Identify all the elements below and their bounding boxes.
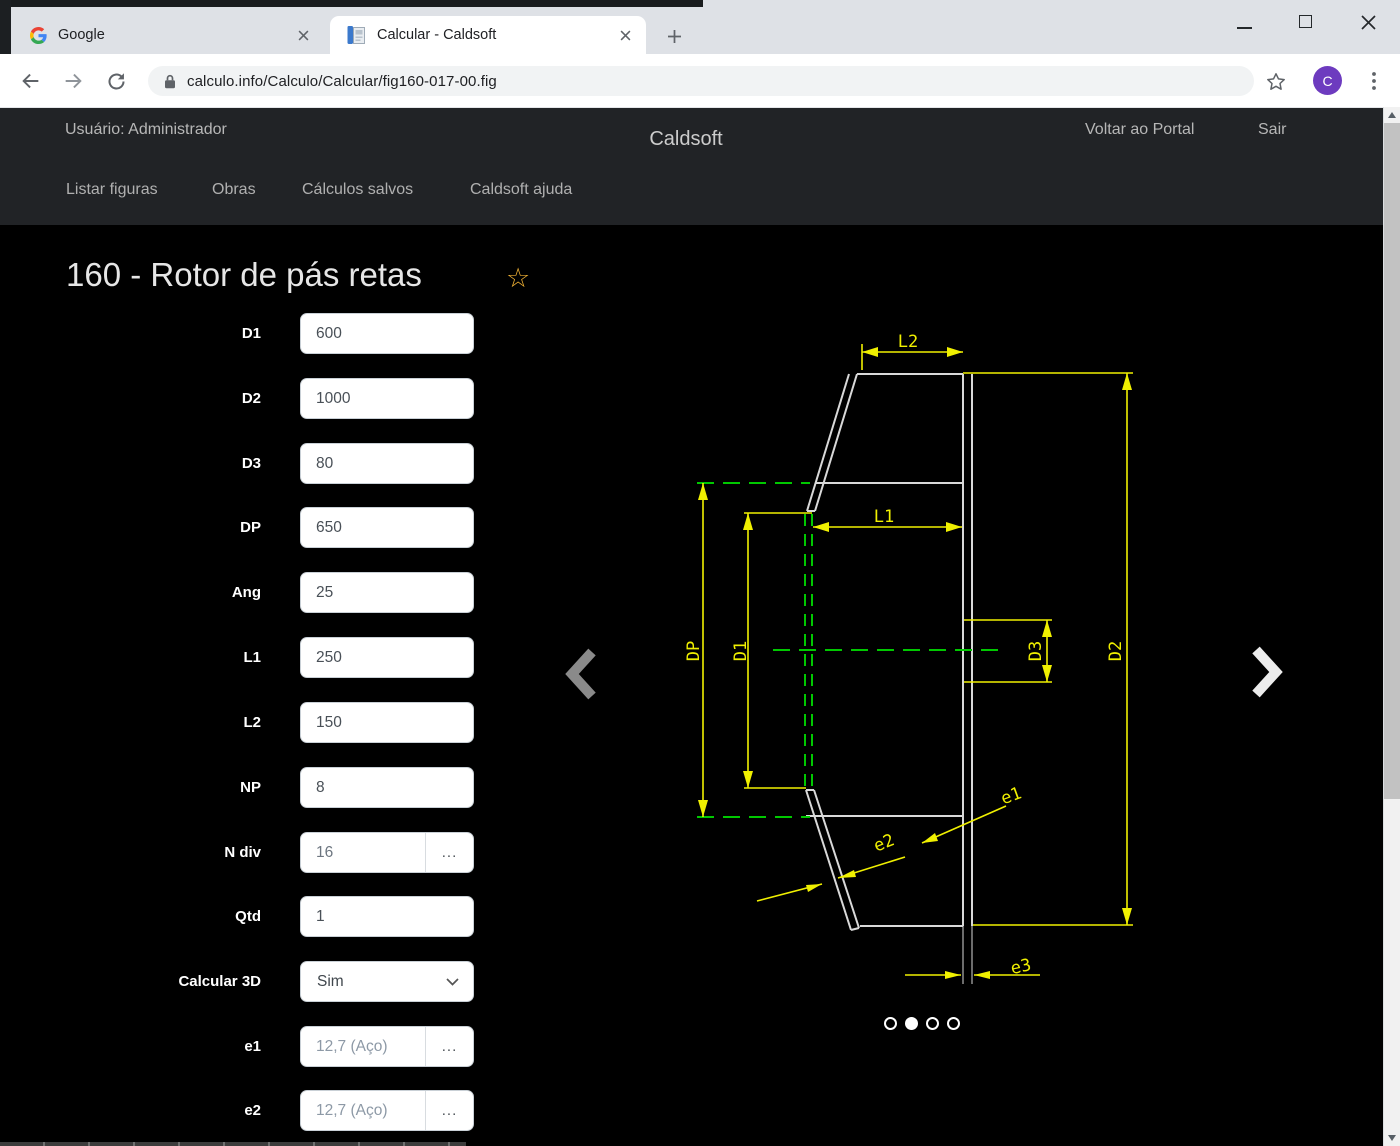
field-label-ang: Ang: [0, 572, 261, 613]
scroll-up-arrow-icon[interactable]: [1388, 112, 1396, 118]
dim-label-e3: e3: [1009, 955, 1033, 979]
carousel-prev-button[interactable]: [558, 642, 606, 706]
profile-avatar[interactable]: C: [1313, 66, 1342, 95]
dim-label-dp: DP: [684, 641, 704, 661]
l2-input[interactable]: [300, 702, 474, 743]
e1-input-group: ...: [300, 1026, 474, 1067]
caldsoft-favicon-icon: [346, 25, 366, 45]
field-label-l2: L2: [0, 702, 261, 743]
scrollbar-thumb[interactable]: [1384, 123, 1400, 799]
dim-label-d3: D3: [1026, 641, 1046, 661]
close-window-button[interactable]: [1360, 14, 1377, 31]
scroll-down-arrow-icon[interactable]: [1388, 1135, 1396, 1141]
d1-input[interactable]: [300, 313, 474, 354]
bookmark-star-icon[interactable]: [1264, 70, 1288, 94]
dim-label-e1: e1: [998, 783, 1024, 809]
nav-listar-figuras[interactable]: Listar figuras: [66, 181, 158, 199]
tab-caldsoft[interactable]: Calcular - Caldsoft: [330, 16, 646, 54]
carousel-next-button[interactable]: [1242, 640, 1290, 704]
field-label-np: NP: [0, 767, 261, 808]
url-text[interactable]: calculo.info/Calculo/Calcular/fig160-017…: [187, 73, 497, 90]
favorite-star-icon[interactable]: ☆: [506, 263, 530, 294]
nav-calculos-salvos[interactable]: Cálculos salvos: [302, 181, 413, 199]
dim-label-l1: L1: [874, 507, 894, 527]
tab-strip: Google Calcular - Caldsoft: [0, 0, 1400, 54]
portal-link[interactable]: Voltar ao Portal: [1085, 121, 1194, 139]
e2-input[interactable]: [301, 1091, 426, 1130]
field-label-e1: e1: [0, 1026, 261, 1067]
next-section-edge: [0, 1142, 466, 1146]
url-bar[interactable]: calculo.info/Calculo/Calcular/fig160-017…: [148, 66, 1254, 96]
nav-obras[interactable]: Obras: [212, 181, 256, 199]
ndiv-input[interactable]: [301, 833, 426, 872]
carousel-dot-active[interactable]: [905, 1017, 918, 1030]
carousel-dot[interactable]: [947, 1017, 960, 1030]
brand-title: Caldsoft: [649, 128, 722, 151]
e2-input-group: ...: [300, 1090, 474, 1131]
carousel-dot[interactable]: [884, 1017, 897, 1030]
dim-label-l2: L2: [898, 332, 918, 352]
e2-more-button[interactable]: ...: [426, 1091, 473, 1130]
e1-input[interactable]: [301, 1027, 426, 1066]
field-label-l1: L1: [0, 637, 261, 678]
figure-title: 160 - Rotor de pás retas: [66, 256, 422, 294]
lock-icon[interactable]: [164, 74, 176, 89]
ndiv-more-button[interactable]: ...: [426, 833, 473, 872]
reload-button[interactable]: [104, 69, 128, 93]
menu-dots-icon[interactable]: [1362, 69, 1386, 93]
logged-user-label: Usuário: Administrador: [65, 121, 227, 139]
l1-input[interactable]: [300, 637, 474, 678]
ndiv-input-group: ...: [300, 832, 474, 873]
field-label-e2: e2: [0, 1090, 261, 1131]
close-tab-icon[interactable]: [616, 26, 634, 44]
carousel-dot[interactable]: [926, 1017, 939, 1030]
new-tab-button[interactable]: [660, 22, 688, 50]
page-content: Usuário: Administrador Caldsoft Voltar a…: [0, 108, 1383, 1146]
ang-input[interactable]: [300, 572, 474, 613]
d3-input[interactable]: [300, 443, 474, 484]
field-label-d2: D2: [0, 378, 261, 419]
np-input[interactable]: [300, 767, 474, 808]
back-button[interactable]: [19, 69, 43, 93]
window-edge-left: [0, 0, 11, 54]
logout-link[interactable]: Sair: [1258, 121, 1286, 139]
chevron-down-icon: [446, 978, 459, 986]
figure-diagram: L2 L1 DP D1 D3 D2 e1 e2 e3: [680, 330, 1150, 1000]
field-label-calcular3d: Calcular 3D: [0, 961, 261, 1002]
tab-title: Calcular - Caldsoft: [377, 27, 608, 43]
maximize-button[interactable]: [1299, 15, 1312, 28]
field-label-qtd: Qtd: [0, 896, 261, 937]
dim-label-d2: D2: [1106, 641, 1126, 661]
minimize-button[interactable]: [1237, 27, 1252, 29]
dp-input[interactable]: [300, 507, 474, 548]
dim-label-d1: D1: [731, 641, 751, 661]
field-label-d1: D1: [0, 313, 261, 354]
browser-toolbar: calculo.info/Calculo/Calcular/fig160-017…: [0, 54, 1400, 108]
e1-more-button[interactable]: ...: [426, 1027, 473, 1066]
google-favicon-icon: [30, 27, 47, 44]
window-edge: [0, 0, 703, 7]
d2-input[interactable]: [300, 378, 474, 419]
forward-button[interactable]: [61, 69, 85, 93]
close-tab-icon[interactable]: [294, 26, 312, 44]
select-value: Sim: [317, 973, 344, 991]
field-label-dp: DP: [0, 507, 261, 548]
dim-label-e2: e2: [871, 830, 897, 856]
tab-title: Google: [58, 27, 286, 43]
tab-google[interactable]: Google: [14, 16, 324, 54]
browser-window: Google Calcular - Caldsoft: [0, 0, 1400, 1146]
site-header: Usuário: Administrador Caldsoft Voltar a…: [0, 108, 1383, 225]
qtd-input[interactable]: [300, 896, 474, 937]
field-label-d3: D3: [0, 443, 261, 484]
nav-caldsoft-ajuda[interactable]: Caldsoft ajuda: [470, 181, 572, 199]
field-label-ndiv: N div: [0, 832, 261, 873]
page-scrollbar[interactable]: [1383, 107, 1400, 1146]
carousel-dots: [884, 1017, 960, 1030]
calcular3d-select[interactable]: Sim: [300, 961, 474, 1002]
